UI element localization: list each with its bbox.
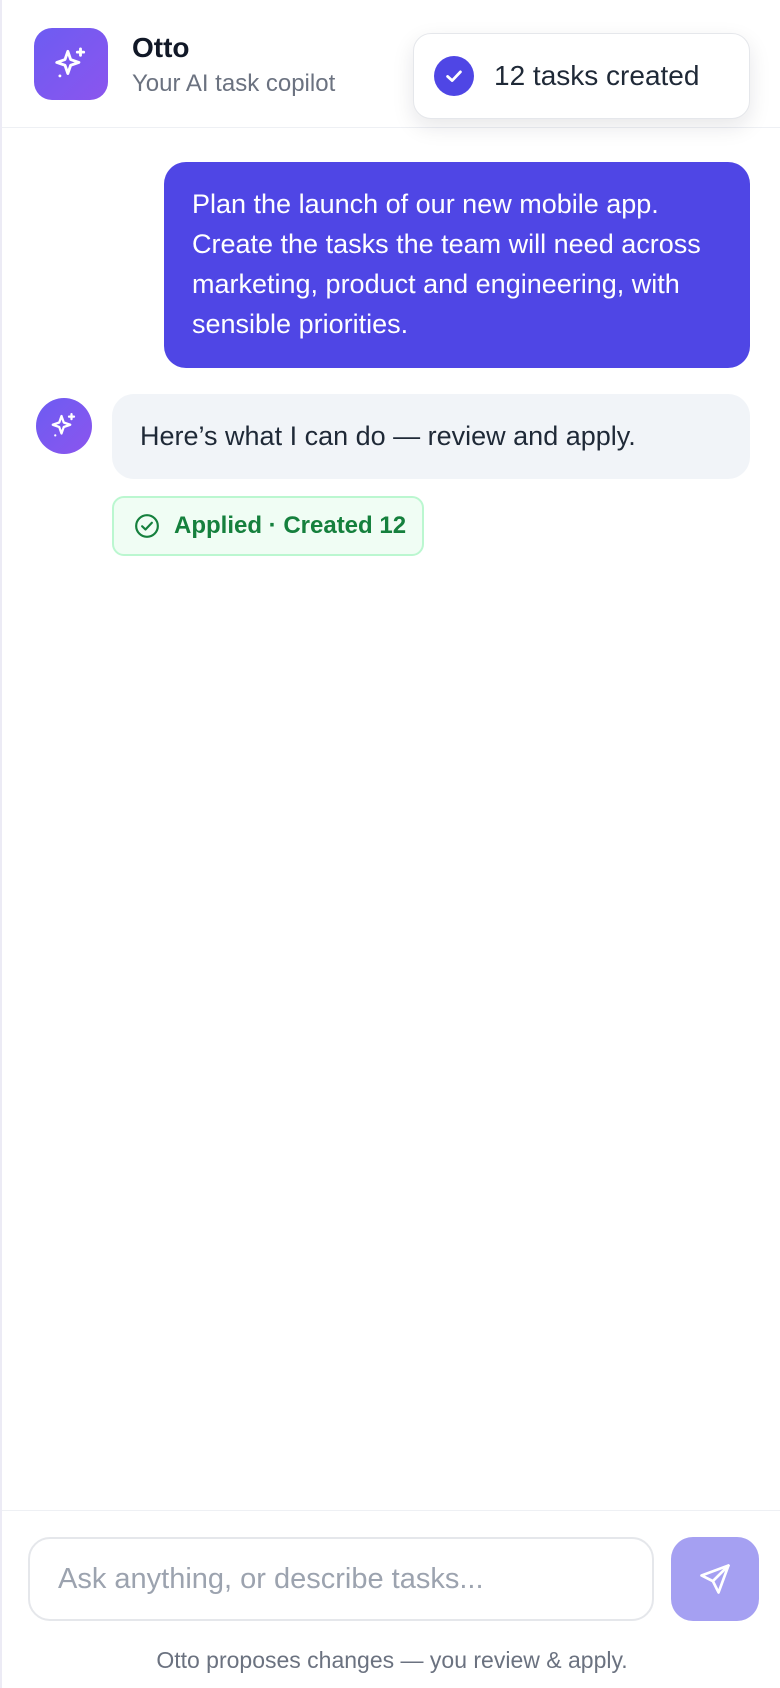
toast-notification: 12 tasks created [413,33,750,119]
sparkles-icon [55,47,86,78]
check-circle-icon [434,56,474,96]
chat-app: Otto Your AI task copilot Plan the launc… [0,0,780,1688]
app-subtitle: Your AI task copilot [132,70,336,97]
applied-status-text: Applied · Created 12 [174,512,407,539]
check-circle-outline-icon [134,513,160,539]
send-icon [700,1564,730,1594]
assistant-message: Here’s what I can do — review and apply. [112,394,750,479]
applied-status-badge: Applied · Created 12 [112,496,424,556]
sparkles-icon [51,413,76,437]
user-message: Plan the launch of our new mobile app. C… [164,162,750,368]
app-name: Otto [132,32,190,63]
assistant-avatar [36,398,92,454]
composer-hint: Otto proposes changes — you review & app… [156,1647,628,1673]
app-logo [34,28,108,100]
assistant-message-text: Here’s what I can do — review and apply. [140,421,636,451]
send-button[interactable] [671,1537,759,1621]
composer: Otto proposes changes — you review & app… [2,1510,780,1688]
message-input[interactable] [28,1537,654,1621]
toast-text: 12 tasks created [494,60,700,91]
